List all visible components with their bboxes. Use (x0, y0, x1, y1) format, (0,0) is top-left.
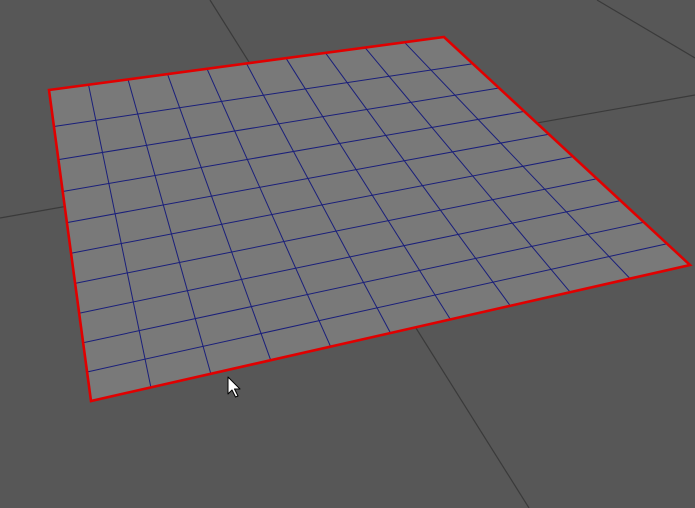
viewport-canvas[interactable] (0, 0, 695, 508)
plane-object[interactable] (47, 35, 693, 403)
plane-face[interactable] (49, 37, 690, 401)
perspective-viewport[interactable] (0, 0, 695, 508)
ground-grid-line (596, 0, 695, 59)
arrow-cursor-icon (227, 376, 241, 398)
